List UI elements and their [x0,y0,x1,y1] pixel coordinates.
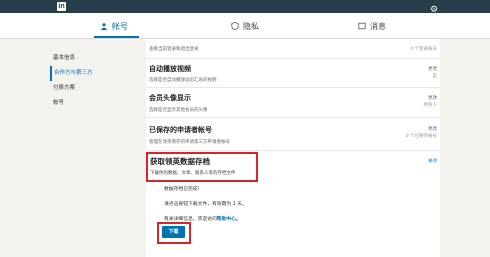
archive-ready-text: 数据存档已完成！ [164,187,203,192]
message-icon [358,22,366,30]
tab-messages[interactable]: 消息 [358,16,386,36]
row-desc: 查看当前登录和退出登录 [149,47,199,52]
help-center-link[interactable]: 帮助中心。 [217,217,241,222]
row-status: 所有人 [423,103,438,108]
settings-row-profile-photos[interactable]: 会员头像显示 选择是否显示其他会员的头像 更改 所有人 [146,88,440,118]
tab-messages-label: 消息 [370,21,386,31]
row-desc: 管理在领英保存的申请第三方申请者帐号 [149,140,230,145]
tab-account[interactable]: 帐号 [100,16,128,36]
row-desc: 选择是否自动播放动态汇总的视频 [149,78,217,83]
change-link[interactable]: 更改 [428,126,437,132]
tab-privacy-label: 隐私 [243,21,259,31]
highlight-box [146,152,258,182]
download-instruction: 请点击按钮下载文件，有效期为 1 天。 [164,202,247,207]
settings-tabbar: 帐号 隐私 消息 [0,13,490,39]
sidebar-item-plans[interactable]: 付费方案 [50,81,120,96]
sidebar-item-account[interactable]: 帐号 [50,96,120,111]
close-link[interactable]: 关闭 [428,158,437,164]
tab-account-label: 帐号 [112,21,128,31]
row-title: 已保存的申请者帐号 [149,126,212,134]
row-status: 0 个已保存帐号 [405,134,437,139]
settings-row-saved-applicants[interactable]: 已保存的申请者帐号 管理在领英保存的申请第三方申请者帐号 更改 0 个已保存帐号 [146,118,440,151]
linkedin-logo[interactable]: in [57,2,66,11]
row-desc: 选择是否显示其他会员的头像 [149,108,208,113]
change-link[interactable]: 更改 [428,95,437,101]
settings-row-sessions[interactable]: 查看当前登录和退出登录 0 个登录账号 [146,39,440,59]
change-link[interactable]: 更改 [428,66,437,72]
settings-row-autoplay[interactable]: 自动播放视频 选择是否自动播放动态汇总的视频 更改 是 [146,59,440,88]
row-title: 会员头像显示 [149,94,191,102]
row-status: 是 [432,74,438,79]
sidebar-item-basic-info[interactable]: 基本信息 [50,51,120,66]
top-navbar: in ⚙ [0,0,490,15]
download-button[interactable]: 下载 [162,226,185,238]
user-icon [100,23,108,30]
shield-icon [231,22,239,30]
row-title: 自动播放视频 [149,65,191,73]
active-tab-indicator [94,36,139,38]
row-status: 0 个登录账号 [410,47,437,52]
tab-privacy[interactable]: 隐私 [231,16,259,36]
sidebar-item-partners[interactable]: 合作方与第三方 [50,66,120,81]
help-text: 有关详细信息，欢迎访问帮助中心。 [164,215,241,222]
settings-sidebar: 基本信息 合作方与第三方 付费方案 帐号 [50,51,120,111]
